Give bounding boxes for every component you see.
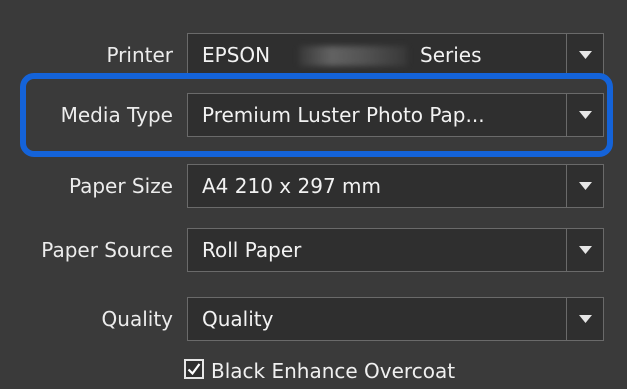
media-type-highlight [20, 73, 613, 157]
checkmark-icon [187, 363, 201, 376]
chevron-down-icon [579, 182, 592, 190]
printer-row: Printer EPSON Series [0, 33, 627, 77]
black-enhance-overcoat-checkbox[interactable] [184, 359, 204, 379]
paper-size-row: Paper Size A4 210 x 297 mm [0, 164, 627, 208]
quality-dropdown-button[interactable] [567, 298, 604, 340]
quality-select[interactable]: Quality [187, 297, 604, 341]
paper-source-row: Paper Source Roll Paper [0, 228, 627, 272]
paper-size-value: A4 210 x 297 mm [202, 174, 381, 198]
black-enhance-overcoat-label: Black Enhance Overcoat [211, 359, 456, 383]
paper-size-dropdown-button[interactable] [567, 165, 604, 207]
chevron-down-icon [579, 315, 592, 323]
paper-source-label: Paper Source [41, 238, 173, 262]
printer-label: Printer [106, 43, 173, 67]
quality-value: Quality [202, 307, 274, 331]
paper-source-dropdown-button[interactable] [567, 229, 604, 271]
redacted-model-blur [299, 46, 407, 66]
chevron-down-icon [579, 246, 592, 254]
printer-select[interactable]: EPSON Series [187, 33, 604, 77]
paper-source-value: Roll Paper [202, 238, 302, 262]
printer-value-suffix: Series [420, 43, 482, 67]
quality-row: Quality Quality [0, 297, 627, 341]
print-settings-panel: Printer EPSON Series Media Type Premium … [0, 0, 627, 389]
quality-label: Quality [101, 307, 173, 331]
printer-value-prefix: EPSON [202, 43, 271, 67]
paper-size-label: Paper Size [68, 174, 173, 198]
black-enhance-overcoat-option[interactable]: Black Enhance Overcoat [184, 353, 604, 389]
paper-size-select[interactable]: A4 210 x 297 mm [187, 164, 604, 208]
printer-dropdown-button[interactable] [567, 34, 604, 76]
paper-source-select[interactable]: Roll Paper [187, 228, 604, 272]
chevron-down-icon [579, 51, 592, 59]
